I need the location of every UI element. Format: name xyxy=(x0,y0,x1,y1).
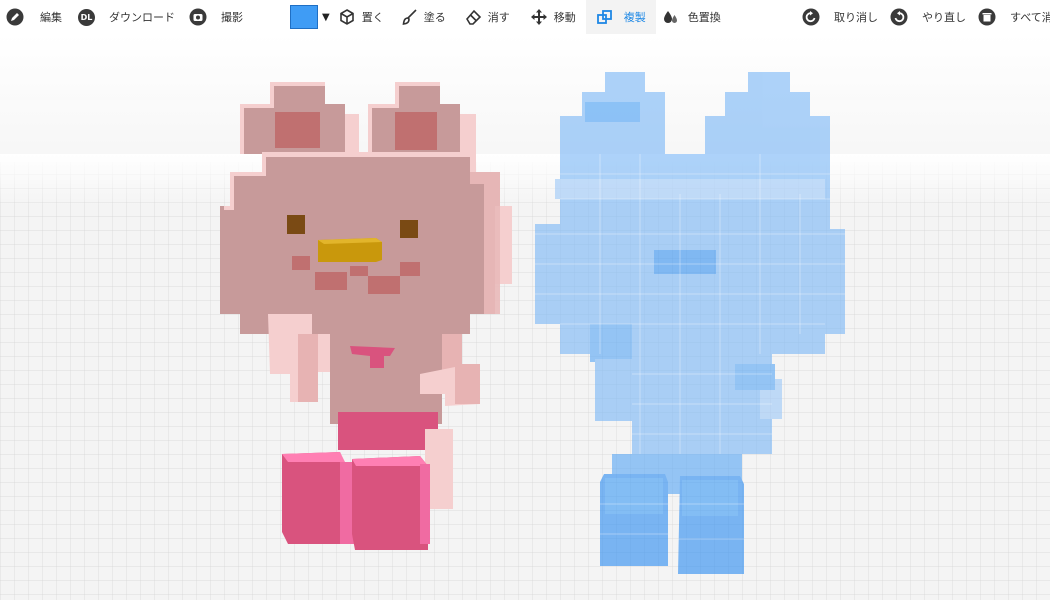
undo-icon xyxy=(802,8,820,26)
download-label: ダウンロード xyxy=(109,11,175,24)
redo-icon xyxy=(890,8,908,26)
undo-button[interactable]: 取り消し xyxy=(796,0,884,34)
cube-icon xyxy=(338,8,356,26)
capture-button[interactable]: 撮影 xyxy=(183,0,249,34)
tool-place[interactable]: 置く xyxy=(332,0,390,34)
voxel-scene[interactable] xyxy=(0,34,1050,600)
toolbar: 編集 DL ダウンロード 撮影 ▼ 置く 塗る 消す 移動 複製 色置換 取り消… xyxy=(0,0,1050,34)
tool-paint[interactable]: 塗る xyxy=(394,0,452,34)
tool-place-label: 置く xyxy=(361,11,384,24)
tool-erase-label: 消す xyxy=(487,11,510,24)
color-picker[interactable]: ▼ xyxy=(288,0,332,34)
redo-button[interactable]: やり直し xyxy=(884,0,972,34)
tool-paint-label: 塗る xyxy=(423,11,446,24)
dropdown-arrow-icon[interactable]: ▼ xyxy=(322,12,330,23)
download-button[interactable]: DL ダウンロード xyxy=(72,0,181,34)
duplicate-icon xyxy=(596,8,614,26)
edit-label: 編集 xyxy=(40,11,62,24)
eye-left xyxy=(287,215,305,234)
eraser-icon xyxy=(464,8,482,26)
move-arrows-icon xyxy=(530,8,548,26)
eye-right xyxy=(400,220,418,238)
clear-all-button[interactable]: すべて消す xyxy=(972,0,1050,34)
trash-icon xyxy=(978,8,996,26)
pencil-circle-icon xyxy=(6,8,24,26)
camera-icon xyxy=(189,8,207,26)
tool-duplicate[interactable]: 複製 xyxy=(585,0,656,34)
feet xyxy=(282,452,430,550)
brush-icon xyxy=(400,8,418,26)
toolbar-left-group: 編集 DL ダウンロード 撮影 xyxy=(0,0,249,34)
toolbar-tools-group: ▼ 置く 塗る 消す 移動 複製 色置換 xyxy=(288,0,727,34)
toolbar-right-group: 取り消し やり直し すべて消す xyxy=(796,0,1050,34)
ground-grid xyxy=(0,154,1050,600)
redo-label: やり直し xyxy=(922,11,966,24)
current-color-swatch[interactable] xyxy=(290,5,318,29)
tool-replace-color[interactable]: 色置換 xyxy=(656,0,727,34)
download-badge-icon: DL xyxy=(78,8,95,26)
3d-viewport[interactable] xyxy=(0,34,1050,600)
tool-move-label: 移動 xyxy=(553,11,576,24)
clear-all-label: すべて消す xyxy=(1010,11,1050,24)
color-drops-icon xyxy=(662,8,680,26)
tool-erase[interactable]: 消す xyxy=(458,0,516,34)
edit-button[interactable]: 編集 xyxy=(0,0,68,34)
tool-replace-color-label: 色置換 xyxy=(687,11,721,24)
beak xyxy=(318,238,382,262)
capture-label: 撮影 xyxy=(221,11,243,24)
undo-label: 取り消し xyxy=(834,11,878,24)
tool-duplicate-label: 複製 xyxy=(623,11,646,24)
tool-move[interactable]: 移動 xyxy=(524,0,582,34)
